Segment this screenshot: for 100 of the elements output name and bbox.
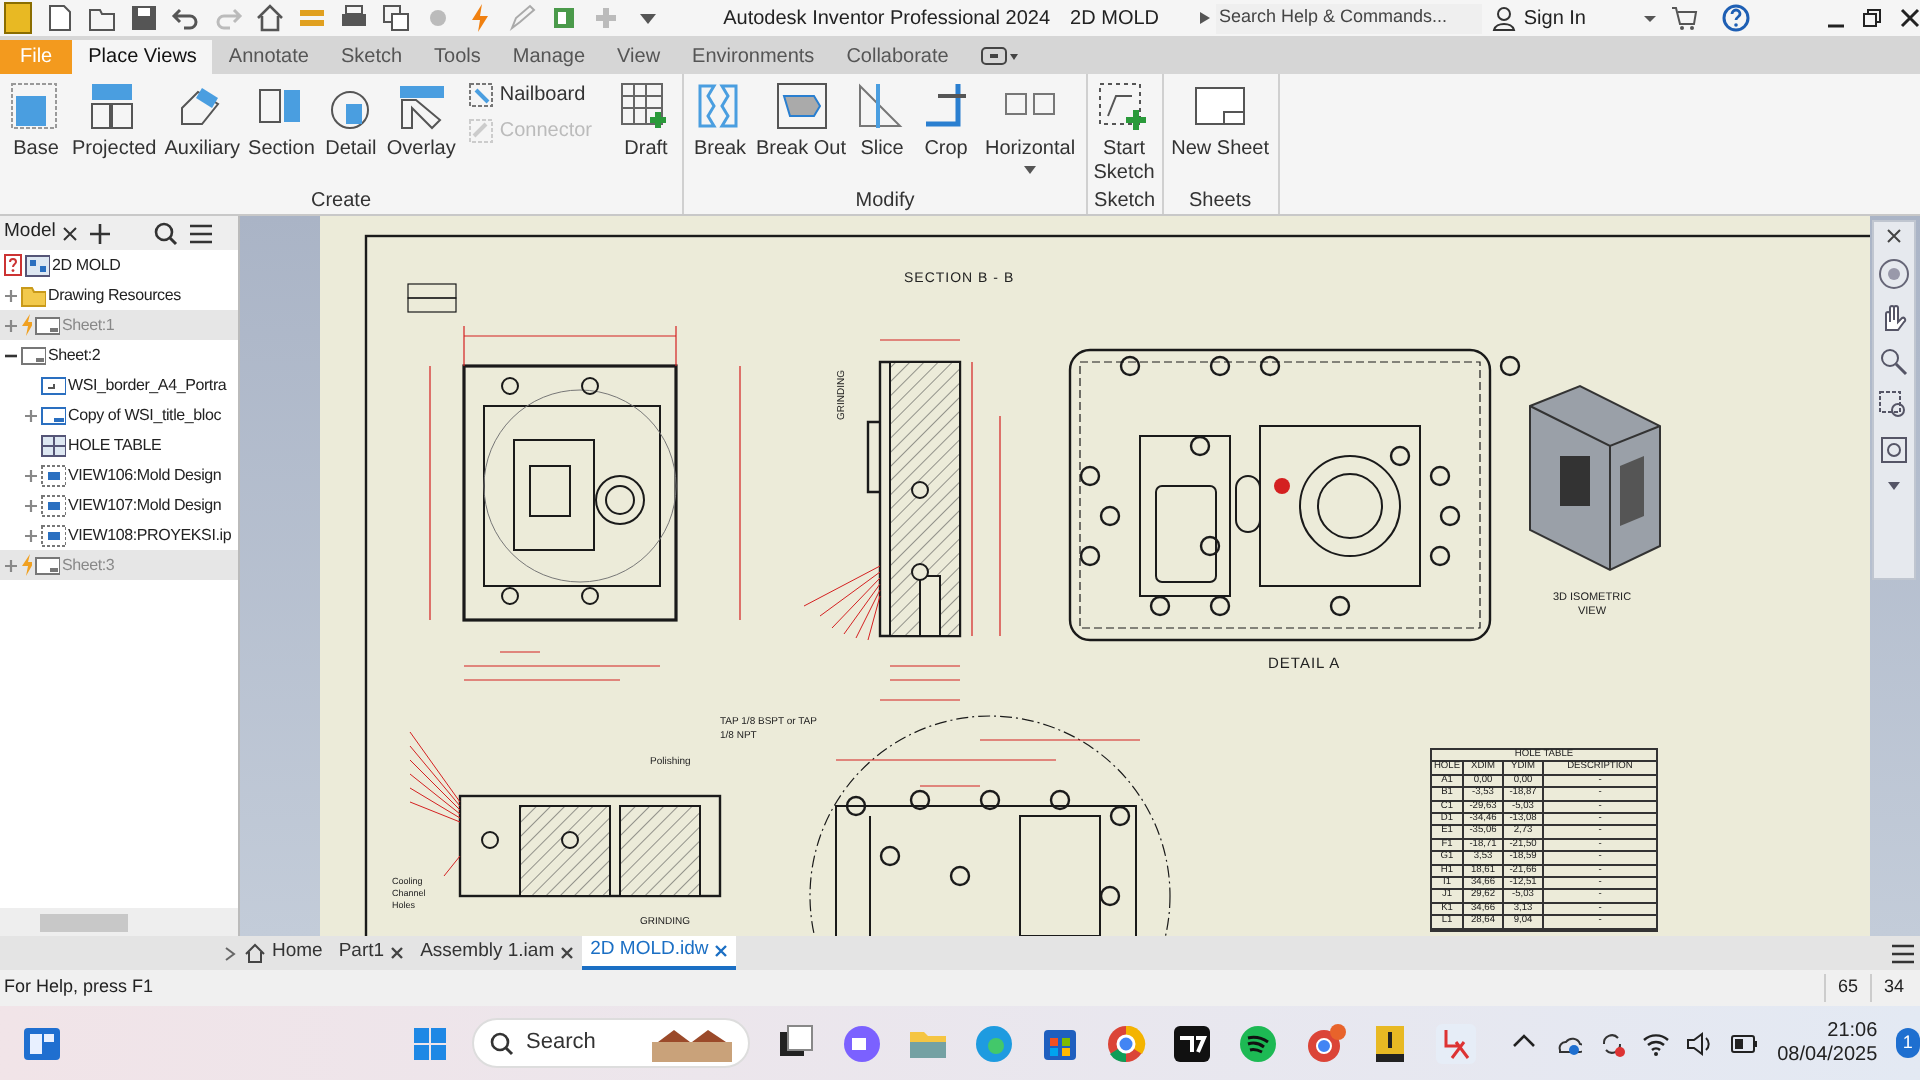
close-icon[interactable]: [560, 946, 575, 960]
caret-icon[interactable]: [1886, 478, 1902, 494]
expand-icon[interactable]: [24, 407, 38, 423]
lightning-icon: [20, 554, 32, 576]
zoom-extents-icon[interactable]: [1878, 434, 1910, 466]
music-app-icon[interactable]: [1235, 1021, 1280, 1065]
view-icon: [40, 463, 66, 487]
zoom-icon[interactable]: [1878, 346, 1910, 378]
ribbon-command[interactable]: Horizontal: [980, 80, 1081, 174]
search-icon[interactable]: [153, 221, 178, 245]
tree-item[interactable]: 2D MOLD: [52, 253, 121, 277]
cart-icon[interactable]: [1670, 4, 1698, 32]
help-icon[interactable]: [1722, 4, 1750, 32]
speaker-icon[interactable]: [1685, 1029, 1714, 1057]
menu-icon[interactable]: [189, 223, 212, 243]
break-out-icon: [773, 80, 830, 132]
close-icon[interactable]: [390, 946, 405, 960]
ribbon-command[interactable]: Projected: [70, 80, 159, 162]
ribbon-tab[interactable]: Annotate: [212, 40, 325, 74]
drawing-file-icon: [24, 253, 50, 277]
expand-icon[interactable]: [24, 497, 38, 513]
ribbon-tab[interactable]: Place Views: [72, 40, 213, 74]
horizontal-scrollbar[interactable]: [40, 913, 128, 931]
view-icon: [40, 523, 66, 547]
ribbon-command[interactable]: Draft: [616, 80, 676, 162]
title-block-icon: [40, 403, 66, 427]
clock-date[interactable]: 08/04/2025: [1777, 1043, 1878, 1067]
ribbon-command[interactable]: Break Out: [754, 80, 849, 162]
ribbon-group-label: Sheets: [1187, 188, 1254, 214]
document-tab[interactable]: Home: [236, 936, 331, 970]
ribbon-command[interactable]: Auxiliary: [162, 80, 243, 162]
document-tab[interactable]: 2D MOLD.idw: [582, 936, 737, 970]
menu-icon[interactable]: [1892, 943, 1914, 963]
tree-item[interactable]: VIEW107:Mold Design: [68, 493, 222, 517]
save-icon[interactable]: [127, 2, 160, 34]
steering-wheel-icon[interactable]: [1878, 258, 1910, 290]
tree-item[interactable]: VIEW106:Mold Design: [68, 463, 222, 487]
ribbon-command[interactable]: Section: [246, 80, 317, 162]
scroll-right-icon[interactable]: [224, 945, 236, 961]
ribbon-command[interactable]: Nailboard: [467, 80, 592, 110]
caret-icon[interactable]: [1642, 10, 1658, 26]
tree-item[interactable]: VIEW108:PROYEKSI.ip: [68, 523, 232, 547]
notification-badge[interactable]: 1: [1895, 1028, 1920, 1058]
search-field[interactable]: Search Help & Commands...: [1215, 3, 1482, 33]
table-icon: [40, 433, 66, 457]
ribbon-tab[interactable]: Environments: [676, 40, 831, 74]
ribbon-tab[interactable]: Sketch: [324, 40, 419, 74]
ribbon-command[interactable]: Slice: [852, 80, 913, 162]
tree-item[interactable]: WSI_border_A4_Portra: [68, 373, 227, 397]
sheet-icon: [34, 553, 60, 577]
windows-start-icon[interactable]: [412, 1025, 448, 1061]
ribbon-command[interactable]: Crop: [916, 80, 977, 162]
nailboard-icon: [467, 82, 494, 108]
copy-icon[interactable]: [379, 2, 412, 34]
building-icon: [651, 1025, 732, 1061]
snipping-tool-icon[interactable]: [1433, 1021, 1478, 1065]
ribbon-group-label: Modify: [853, 188, 917, 214]
ribbon-tab[interactable]: Manage: [496, 40, 602, 74]
add-icon[interactable]: [89, 223, 110, 243]
status-value: 65: [1823, 974, 1870, 1002]
document-tab[interactable]: Part1: [330, 936, 413, 970]
expand-icon[interactable]: [24, 467, 38, 483]
zoom-window-icon[interactable]: [1878, 390, 1910, 422]
tree-item[interactable]: HOLE TABLE: [68, 433, 162, 457]
ribbon-command[interactable]: New Sheet: [1169, 80, 1272, 162]
ribbon-tab[interactable]: View: [601, 40, 677, 74]
ribbon-command[interactable]: Start Sketch: [1094, 80, 1155, 186]
close-icon[interactable]: [1884, 226, 1904, 246]
sync-icon[interactable]: [1597, 1029, 1626, 1057]
browser-tab[interactable]: Model: [4, 218, 56, 248]
chrome-icon[interactable]: [1103, 1021, 1148, 1065]
expand-icon[interactable]: [24, 527, 38, 543]
panel-toggle-icon[interactable]: [980, 44, 1021, 68]
chat-icon[interactable]: [839, 1021, 884, 1065]
ribbon-command[interactable]: Detail: [320, 80, 381, 162]
taskbar-search[interactable]: Search: [472, 1018, 750, 1068]
ribbon-command[interactable]: Base: [6, 80, 66, 162]
expand-icon[interactable]: [4, 287, 18, 303]
ribbon-command[interactable]: Break: [690, 80, 750, 162]
home-icon[interactable]: [253, 2, 286, 34]
document-tab[interactable]: Assembly 1.iam: [412, 936, 583, 970]
ribbon-tab[interactable]: Collaborate: [830, 40, 965, 74]
tree-item[interactable]: Drawing Resources: [48, 283, 181, 307]
sign-in-link[interactable]: Sign In: [1523, 3, 1586, 33]
user-icon: [1489, 4, 1518, 32]
restore-icon[interactable]: [1862, 8, 1882, 28]
status-text: For Help, press F1: [4, 974, 154, 1001]
tree-item[interactable]: Copy of WSI_title_bloc: [68, 403, 222, 427]
clock-time[interactable]: 21:06: [1827, 1019, 1878, 1043]
ribbon-tab[interactable]: Tools: [418, 40, 497, 74]
close-icon[interactable]: [1900, 8, 1920, 28]
widgets-icon[interactable]: [22, 1025, 62, 1061]
connector-icon: [467, 118, 494, 144]
wifi-icon[interactable]: [1641, 1029, 1670, 1057]
close-icon[interactable]: [61, 225, 78, 241]
tree-item[interactable]: Sheet:2: [48, 343, 101, 367]
ribbon-command[interactable]: Overlay: [384, 80, 458, 162]
battery-icon[interactable]: [1729, 1029, 1758, 1057]
chart-app-icon[interactable]: [1169, 1021, 1214, 1065]
view-icon: [40, 493, 66, 517]
